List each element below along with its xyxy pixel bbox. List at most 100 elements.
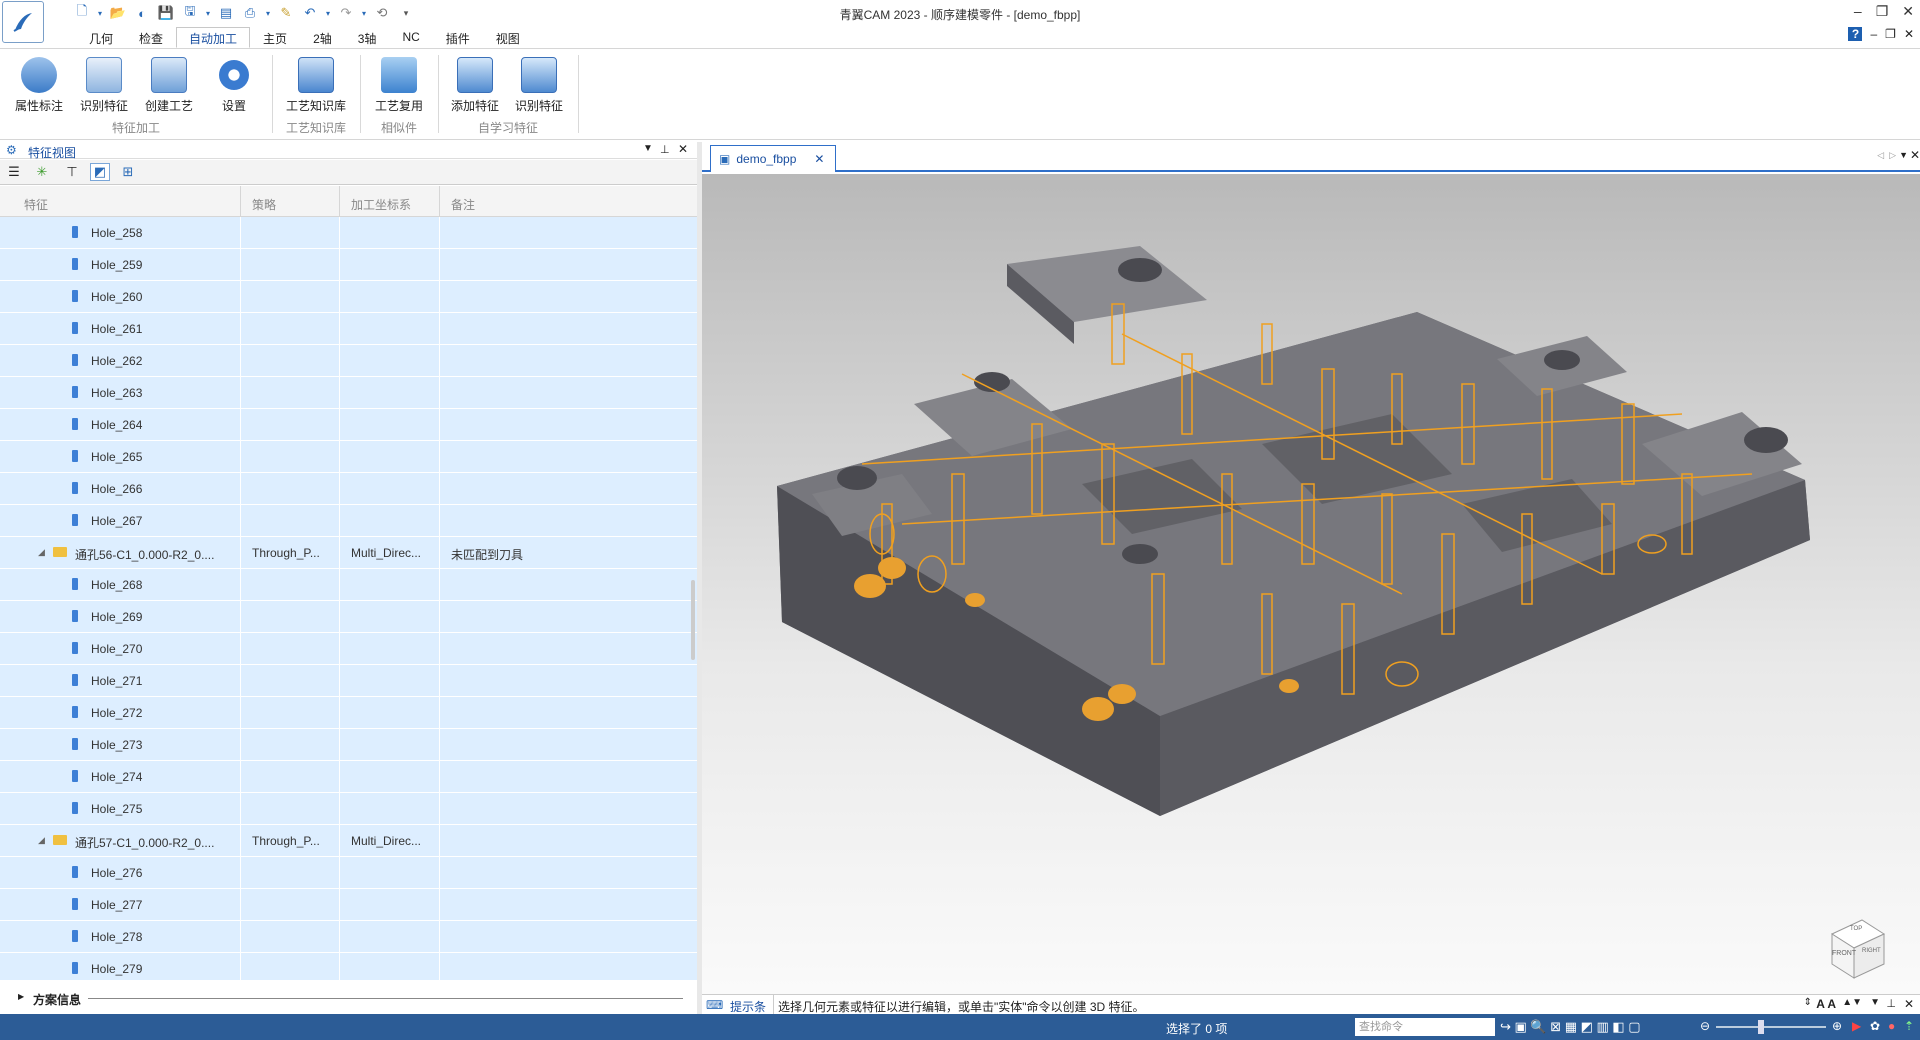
process-reuse-button[interactable]: 工艺复用 — [368, 57, 430, 114]
table-row[interactable]: Hole_266 — [0, 473, 697, 505]
table-row[interactable]: Hole_274 — [0, 761, 697, 793]
tab-geometry[interactable]: 几何 — [76, 27, 126, 48]
filter-icon[interactable]: ⊤ — [62, 163, 82, 181]
table-row[interactable]: Hole_262 — [0, 345, 697, 377]
table-row[interactable]: Hole_265 — [0, 441, 697, 473]
column-notes[interactable]: 备注 — [451, 196, 475, 213]
table-row[interactable]: Hole_279 — [0, 953, 697, 980]
panel-dropdown-icon[interactable]: ▼ — [643, 143, 653, 154]
pin-icon[interactable]: ⊥ — [660, 143, 670, 156]
help-icon[interactable]: ? — [1848, 27, 1863, 41]
column-feature[interactable]: 特征 — [24, 196, 48, 213]
command-search-input[interactable]: 查找命令 — [1355, 1018, 1495, 1036]
create-process-button[interactable]: 创建工艺 — [140, 57, 198, 114]
column-strategy[interactable]: 策略 — [252, 196, 276, 213]
add-feature-button[interactable]: 添加特征 — [446, 57, 504, 114]
statusbar-tool-icons[interactable]: ↪ ▣ 🔍 ⊠ ▦ ◩ ▥ ◧ ▢ — [1500, 1019, 1641, 1035]
self-learn-recognize-button[interactable]: 识别特征 — [510, 57, 568, 114]
column-divider — [339, 345, 340, 377]
close-icon[interactable]: ✕ — [1902, 3, 1914, 20]
tab-home[interactable]: 主页 — [250, 27, 300, 48]
feature-edit-icon[interactable]: ◩ — [90, 163, 110, 181]
feature-name: Hole_271 — [91, 674, 143, 688]
table-row[interactable]: Hole_275 — [0, 793, 697, 825]
3d-viewport[interactable]: FRONT RIGHT TOP — [702, 174, 1920, 994]
table-row[interactable]: Hole_261 — [0, 313, 697, 345]
table-row[interactable]: Hole_267 — [0, 505, 697, 537]
column-divider — [240, 761, 241, 793]
list-view-icon[interactable]: ☰ — [4, 163, 24, 181]
tab-3axis[interactable]: 3轴 — [345, 27, 390, 48]
scheme-info-section[interactable]: ▶ 方案信息 — [0, 980, 697, 1014]
restore-icon[interactable]: ❐ — [1876, 3, 1889, 20]
table-row[interactable]: Hole_259 — [0, 249, 697, 281]
table-row[interactable]: Hole_269 — [0, 601, 697, 633]
recognize-feature-button[interactable]: 识别特征 — [75, 57, 133, 114]
hint-close-icon[interactable]: ✕ — [1904, 997, 1914, 1011]
process-knowledge-button[interactable]: 工艺知识库 — [283, 57, 349, 114]
scrollbar-thumb[interactable] — [691, 580, 695, 660]
record-icon[interactable]: ▶ — [1852, 1019, 1861, 1033]
doc-close-icon[interactable]: ✕ — [1904, 27, 1914, 41]
table-row[interactable]: Hole_258 — [0, 217, 697, 249]
feature-name: Hole_272 — [91, 706, 143, 720]
expand-tree-icon[interactable]: ✳ — [32, 163, 52, 181]
tree-structure-icon[interactable]: ⊞ — [118, 163, 138, 181]
table-row[interactable]: Hole_277 — [0, 889, 697, 921]
collapse-arrow-icon[interactable]: ◢ — [38, 547, 45, 558]
table-row[interactable]: Hole_264 — [0, 409, 697, 441]
table-row[interactable]: Hole_268 — [0, 569, 697, 601]
doc-restore-icon[interactable]: ❐ — [1885, 27, 1896, 41]
tab-2axis[interactable]: 2轴 — [300, 27, 345, 48]
tab-scroll-right-icon[interactable]: ▷ — [1889, 150, 1896, 161]
document-close-icon[interactable]: ✕ — [1910, 148, 1920, 162]
table-row[interactable]: Hole_276 — [0, 857, 697, 889]
feature-name: Hole_258 — [91, 226, 143, 240]
table-row[interactable]: Hole_271 — [0, 665, 697, 697]
tab-view[interactable]: 视图 — [483, 27, 533, 48]
settings-gear-icon[interactable]: ✿ — [1870, 1019, 1880, 1033]
zoom-slider[interactable] — [1716, 1026, 1826, 1028]
column-divider — [240, 537, 241, 569]
column-divider — [240, 793, 241, 825]
stop-icon[interactable]: ● — [1888, 1019, 1895, 1033]
tab-scroll-left-icon[interactable]: ◁ — [1877, 150, 1884, 161]
table-row[interactable]: Hole_278 — [0, 921, 697, 953]
font-size-icon[interactable]: A A — [1816, 997, 1836, 1011]
view-cube[interactable]: FRONT RIGHT TOP — [1822, 914, 1892, 984]
feature-group-row[interactable]: ◢ 通孔57-C1_0.000-R2_0.... Through_P... Multi… — [0, 825, 697, 857]
table-row[interactable]: Hole_270 — [0, 633, 697, 665]
column-coord-system[interactable]: 加工坐标系 — [351, 196, 411, 213]
document-tab[interactable]: ▣ demo_fbpp ✕ — [710, 145, 836, 172]
scroll-updown-icon[interactable]: ⇕ — [1804, 997, 1812, 1008]
expand-arrow-icon[interactable]: ▶ — [18, 992, 24, 1001]
document-tab-bar: ◁ ▷ ▼ ✕ — [702, 142, 1920, 172]
notification-icon[interactable]: ⇡ — [1904, 1019, 1914, 1033]
feature-group-row[interactable]: ◢ 通孔56-C1_0.000-R2_0.... Through_P... Multi… — [0, 537, 697, 569]
tab-close-icon[interactable]: ✕ — [814, 152, 824, 166]
feature-name: Hole_266 — [91, 482, 143, 496]
table-row[interactable]: Hole_272 — [0, 697, 697, 729]
hint-pin-icon[interactable]: ⊥ — [1886, 997, 1896, 1010]
zoom-slider-handle[interactable] — [1758, 1020, 1764, 1034]
zoom-out-icon[interactable]: ⊖ — [1700, 1019, 1710, 1033]
table-row[interactable]: Hole_273 — [0, 729, 697, 761]
tab-plugins[interactable]: 插件 — [433, 27, 483, 48]
attribute-annotation-button[interactable]: 属性标注 — [10, 57, 68, 114]
zoom-in-icon[interactable]: ⊕ — [1832, 1019, 1842, 1033]
table-row[interactable]: Hole_260 — [0, 281, 697, 313]
panel-close-icon[interactable]: ✕ — [678, 142, 688, 156]
feature-name: Hole_265 — [91, 450, 143, 464]
settings-button[interactable]: 设置 — [205, 57, 263, 114]
tab-inspect[interactable]: 检查 — [126, 27, 176, 48]
doc-minimize-icon[interactable]: – — [1870, 27, 1877, 41]
column-divider — [439, 345, 440, 377]
hint-dropdown-icon[interactable]: ▼ — [1870, 997, 1880, 1008]
hint-options-icon[interactable]: ▲▼ — [1842, 997, 1862, 1008]
table-row[interactable]: Hole_263 — [0, 377, 697, 409]
tab-auto-machining[interactable]: 自动加工 — [176, 27, 251, 48]
collapse-arrow-icon[interactable]: ◢ — [38, 835, 45, 846]
minimize-icon[interactable]: – — [1854, 3, 1862, 20]
tab-list-icon[interactable]: ▼ — [1899, 150, 1908, 160]
tab-nc[interactable]: NC — [389, 27, 432, 48]
